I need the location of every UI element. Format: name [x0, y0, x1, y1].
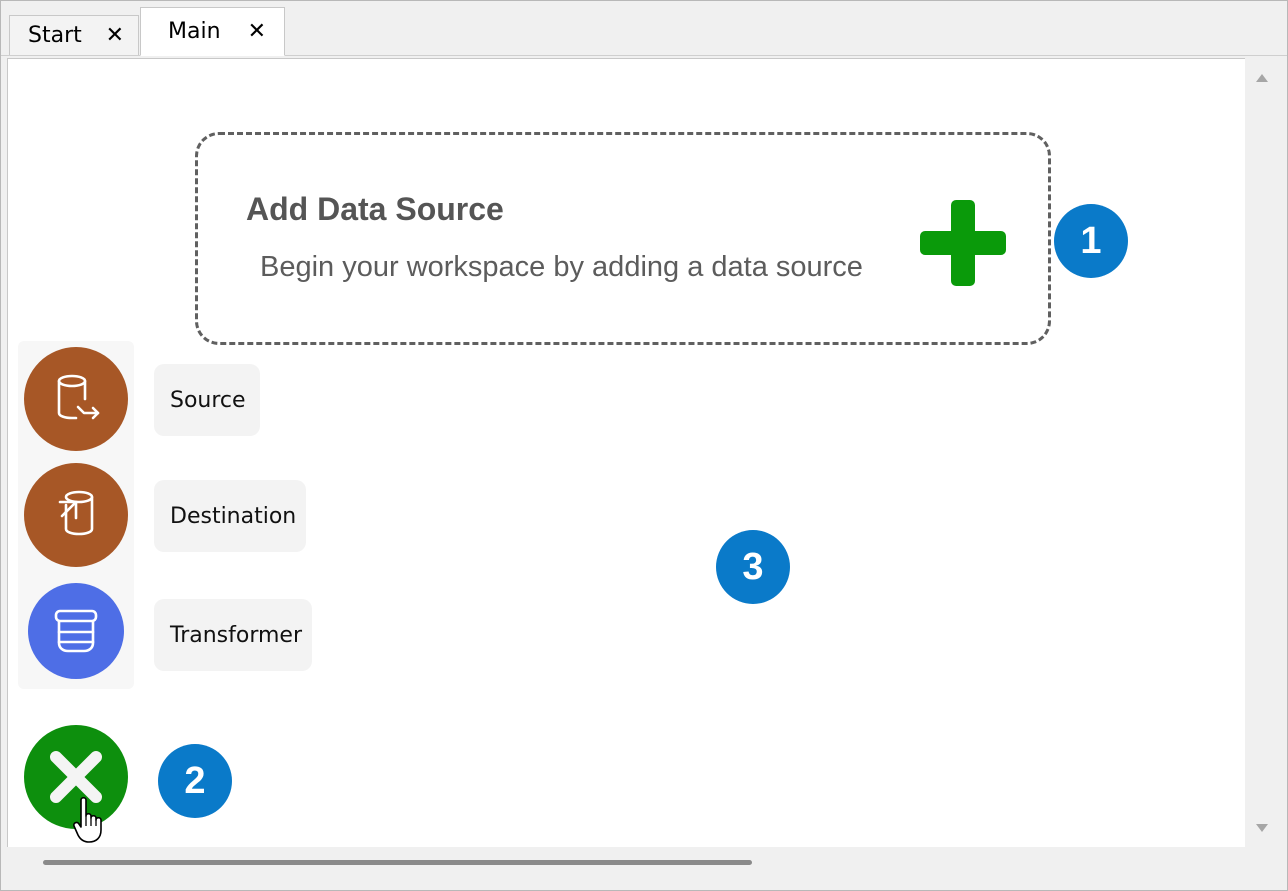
- vertical-scrollbar[interactable]: [1245, 58, 1279, 846]
- add-data-source-title: Add Data Source: [246, 191, 504, 227]
- callout-badge-3: 3: [716, 530, 790, 604]
- database-import-icon: [58, 490, 94, 536]
- horizontal-scrollbar[interactable]: [7, 847, 1245, 881]
- transformer-icon: [54, 609, 98, 653]
- destination-button[interactable]: [24, 463, 128, 567]
- scroll-up-icon[interactable]: [1256, 74, 1268, 82]
- transformer-chip[interactable]: Transformer: [154, 599, 312, 671]
- tab-main[interactable]: Main ✕: [140, 7, 285, 56]
- scroll-down-icon[interactable]: [1256, 824, 1268, 832]
- tab-start[interactable]: Start ✕: [9, 15, 139, 55]
- add-data-source-card[interactable]: Add Data Source Begin your workspace by …: [195, 132, 1051, 345]
- transformer-button[interactable]: [28, 583, 124, 679]
- source-button[interactable]: [24, 347, 128, 451]
- callout-badge-2: 2: [158, 744, 232, 818]
- plus-icon[interactable]: [920, 200, 1006, 286]
- tab-bar: Start ✕ Main ✕: [1, 1, 1287, 56]
- hand-pointer-icon: [73, 796, 102, 843]
- database-export-icon: [57, 374, 100, 420]
- add-data-source-subtitle: Begin your workspace by adding a data so…: [260, 251, 863, 283]
- destination-chip[interactable]: Destination: [154, 480, 306, 552]
- transformer-label: Transformer: [170, 622, 303, 648]
- tab-start-close-icon[interactable]: ✕: [106, 24, 124, 47]
- destination-label: Destination: [170, 503, 297, 529]
- tab-main-close-icon[interactable]: ✕: [248, 20, 266, 43]
- horizontal-scroll-thumb[interactable]: [43, 860, 752, 865]
- tab-main-label: Main: [168, 19, 221, 44]
- callout-badge-1: 1: [1054, 204, 1128, 278]
- tab-start-label: Start: [28, 23, 82, 48]
- source-label: Source: [170, 387, 246, 413]
- source-chip[interactable]: Source: [154, 364, 260, 436]
